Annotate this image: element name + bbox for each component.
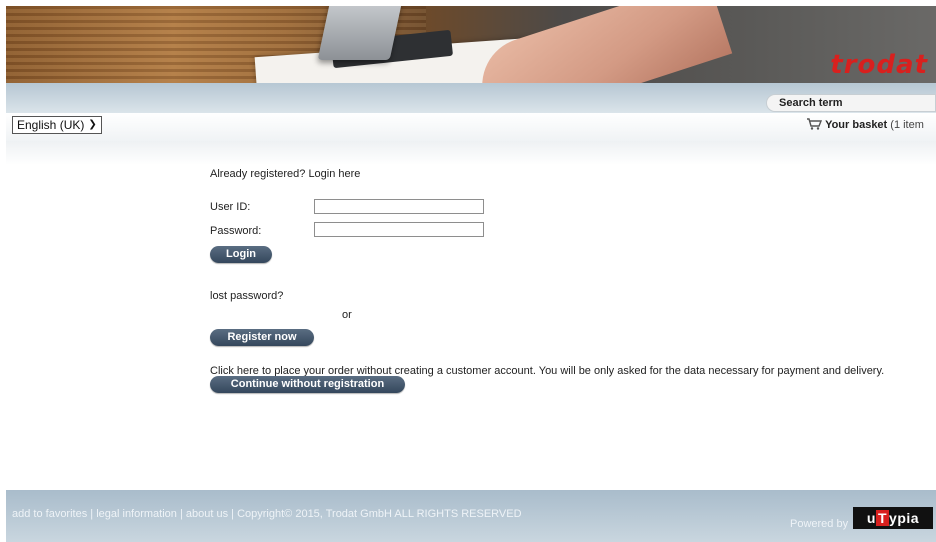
header-banner: trodat <box>6 6 936 83</box>
cart-icon <box>807 118 823 130</box>
language-row <box>6 113 936 141</box>
banner-hand <box>469 6 733 83</box>
footer-link-about[interactable]: about us <box>186 508 228 520</box>
trodat-logo[interactable]: trodat <box>830 50 928 80</box>
footer-separator: | <box>87 508 97 520</box>
footer-link-favorites[interactable]: add to favorites <box>12 508 87 520</box>
footer-copyright: Copyright© 2015, Trodat GmbH ALL RIGHTS … <box>237 508 522 520</box>
utypia-logo-u: u <box>866 510 876 526</box>
footer-link-legal[interactable]: legal information <box>96 508 177 520</box>
login-heading: Already registered? Login here <box>210 168 361 180</box>
password-input[interactable] <box>314 222 484 237</box>
lost-password-link[interactable]: lost password? <box>210 290 283 302</box>
basket-link[interactable]: Your basket (1 item <box>806 118 924 131</box>
basket-label: Your basket <box>825 119 888 131</box>
continue-without-registration-button[interactable]: Continue without registration <box>210 376 405 393</box>
userid-input[interactable] <box>314 199 484 214</box>
login-button[interactable]: Login <box>210 246 272 263</box>
footer-separator: | <box>228 508 238 520</box>
language-selected-value: English (UK) <box>17 118 85 132</box>
register-button[interactable]: Register now <box>210 329 314 346</box>
utypia-logo-rest: ypia <box>889 510 920 526</box>
password-label: Password: <box>210 225 262 237</box>
powered-by-text: Powered by <box>790 518 849 530</box>
header-fade <box>6 141 936 165</box>
utypia-logo[interactable]: u Typia <box>853 507 933 529</box>
banner-stamp <box>317 6 403 60</box>
userid-label: User ID: <box>210 201 251 213</box>
basket-count: (1 item <box>890 119 924 131</box>
search-input[interactable]: Search term <box>766 94 936 112</box>
language-select[interactable]: English (UK) ❯ <box>12 116 102 134</box>
footer-links: add to favorites | legal information | a… <box>12 508 522 520</box>
or-text: or <box>342 309 352 321</box>
chevron-down-icon: ❯ <box>88 119 97 130</box>
utypia-logo-t: T <box>875 510 890 526</box>
footer-separator: | <box>176 508 186 520</box>
